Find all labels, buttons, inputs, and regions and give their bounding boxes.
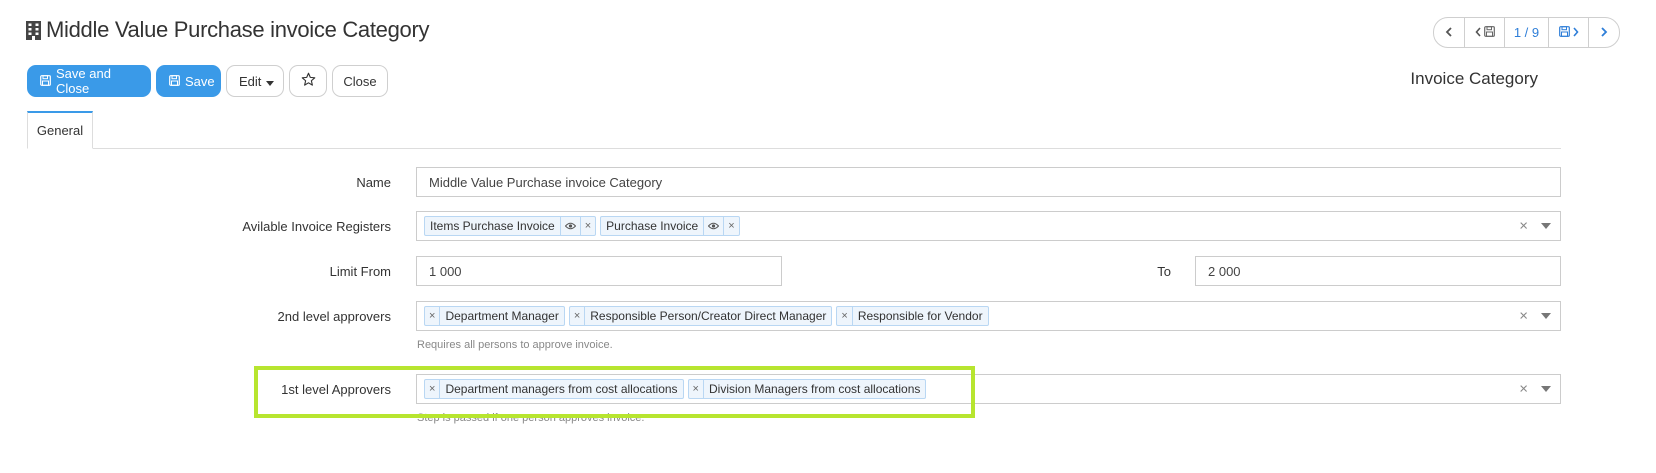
second-level-help: Requires all persons to approve invoice.	[417, 339, 613, 351]
edit-dropdown-button[interactable]: Edit	[226, 65, 284, 97]
save-and-close-label: Save and Close	[56, 66, 111, 96]
limit-to-input[interactable]: 2 000	[1195, 256, 1561, 286]
name-input[interactable]: Middle Value Purchase invoice Category	[416, 167, 1561, 197]
approver-tag: × Responsible for Vendor	[836, 306, 989, 326]
approver-tag: × Responsible Person/Creator Direct Mana…	[568, 306, 833, 326]
tag-label: Items Purchase Invoice	[430, 219, 555, 233]
tab-general[interactable]: General	[27, 111, 93, 149]
second-level-label: 2nd level approvers	[277, 309, 391, 324]
chevron-right-icon	[1572, 25, 1579, 40]
second-level-select[interactable]: × Department Manager × Responsible Perso…	[416, 301, 1561, 331]
remove-tag-icon[interactable]: ×	[689, 380, 704, 398]
tag-label: Purchase Invoice	[606, 219, 699, 233]
next-save-button[interactable]	[1549, 18, 1589, 47]
remove-tag-icon[interactable]: ×	[570, 307, 586, 325]
eye-icon[interactable]	[703, 217, 723, 235]
clear-icon[interactable]: ×	[1519, 308, 1528, 325]
page-title: Middle Value Purchase invoice Category	[25, 17, 429, 43]
remove-tag-icon[interactable]: ×	[425, 307, 441, 325]
first-level-help: Step is passed if one person approves in…	[417, 412, 645, 424]
page-counter: 1 / 9	[1505, 18, 1549, 47]
floppy-icon	[1483, 25, 1495, 40]
clear-icon[interactable]: ×	[1519, 381, 1528, 398]
prev-button[interactable]	[1434, 18, 1465, 47]
save-button[interactable]: Save	[156, 65, 221, 97]
chevron-left-icon	[1474, 25, 1482, 40]
register-tag: Purchase Invoice ×	[600, 216, 740, 236]
remove-tag-icon[interactable]: ×	[579, 217, 595, 235]
chevron-right-icon	[1600, 25, 1608, 40]
first-level-select[interactable]: × Department managers from cost allocati…	[416, 374, 1561, 404]
record-pager: 1 / 9	[1433, 17, 1620, 48]
prev-save-button[interactable]	[1465, 18, 1505, 47]
limit-to-label: To	[1157, 264, 1171, 279]
limit-from-input[interactable]: 1 000	[416, 256, 782, 286]
limit-from-value: 1 000	[429, 263, 462, 279]
dropdown-caret-icon[interactable]	[1541, 223, 1551, 229]
chevron-left-icon	[1445, 25, 1453, 40]
favorite-button[interactable]	[289, 65, 327, 97]
registers-label: Avilable Invoice Registers	[242, 219, 391, 234]
approver-tag: × Division Managers from cost allocation…	[687, 379, 927, 399]
registers-select[interactable]: Items Purchase Invoice × Purchase Invoic…	[416, 211, 1561, 241]
next-button[interactable]	[1589, 18, 1619, 47]
first-level-label: 1st level Approvers	[281, 382, 391, 397]
register-tag: Items Purchase Invoice ×	[424, 216, 597, 236]
limit-to-value: 2 000	[1208, 263, 1241, 279]
tag-label: Department Manager	[445, 309, 559, 323]
remove-tag-icon[interactable]: ×	[425, 380, 441, 398]
approver-tag: × Department managers from cost allocati…	[424, 379, 684, 399]
dropdown-caret-icon[interactable]	[1541, 313, 1551, 319]
building-icon	[25, 20, 42, 40]
edit-label: Edit	[239, 73, 262, 89]
tag-label: Division Managers from cost allocations	[708, 382, 921, 396]
clear-icon[interactable]: ×	[1519, 218, 1528, 235]
title-text: Middle Value Purchase invoice Category	[46, 17, 430, 42]
eye-icon[interactable]	[559, 217, 580, 235]
save-and-close-button[interactable]: Save and Close	[27, 65, 151, 97]
star-icon	[301, 72, 316, 90]
tag-label: Responsible for Vendor	[857, 309, 983, 323]
dropdown-caret-icon[interactable]	[1541, 386, 1551, 392]
close-label: Close	[343, 73, 377, 89]
tab-bar: General	[27, 111, 1561, 149]
floppy-icon	[169, 74, 180, 89]
limit-from-label: Limit From	[329, 264, 391, 279]
tag-label: Responsible Person/Creator Direct Manage…	[590, 309, 827, 323]
remove-tag-icon[interactable]: ×	[723, 217, 738, 235]
caret-down-icon	[266, 74, 275, 89]
form-type-label: Invoice Category	[1410, 69, 1538, 88]
close-button[interactable]: Close	[332, 65, 388, 97]
save-label: Save	[185, 73, 215, 89]
name-value: Middle Value Purchase invoice Category	[429, 174, 663, 190]
floppy-icon	[1558, 25, 1570, 40]
name-label: Name	[356, 175, 391, 190]
approver-tag: × Department Manager	[424, 306, 565, 326]
floppy-icon	[40, 74, 51, 89]
remove-tag-icon[interactable]: ×	[837, 307, 853, 325]
tag-label: Department managers from cost allocation…	[445, 382, 678, 396]
toolbar: Save and Close Save Edit Close	[27, 65, 388, 97]
